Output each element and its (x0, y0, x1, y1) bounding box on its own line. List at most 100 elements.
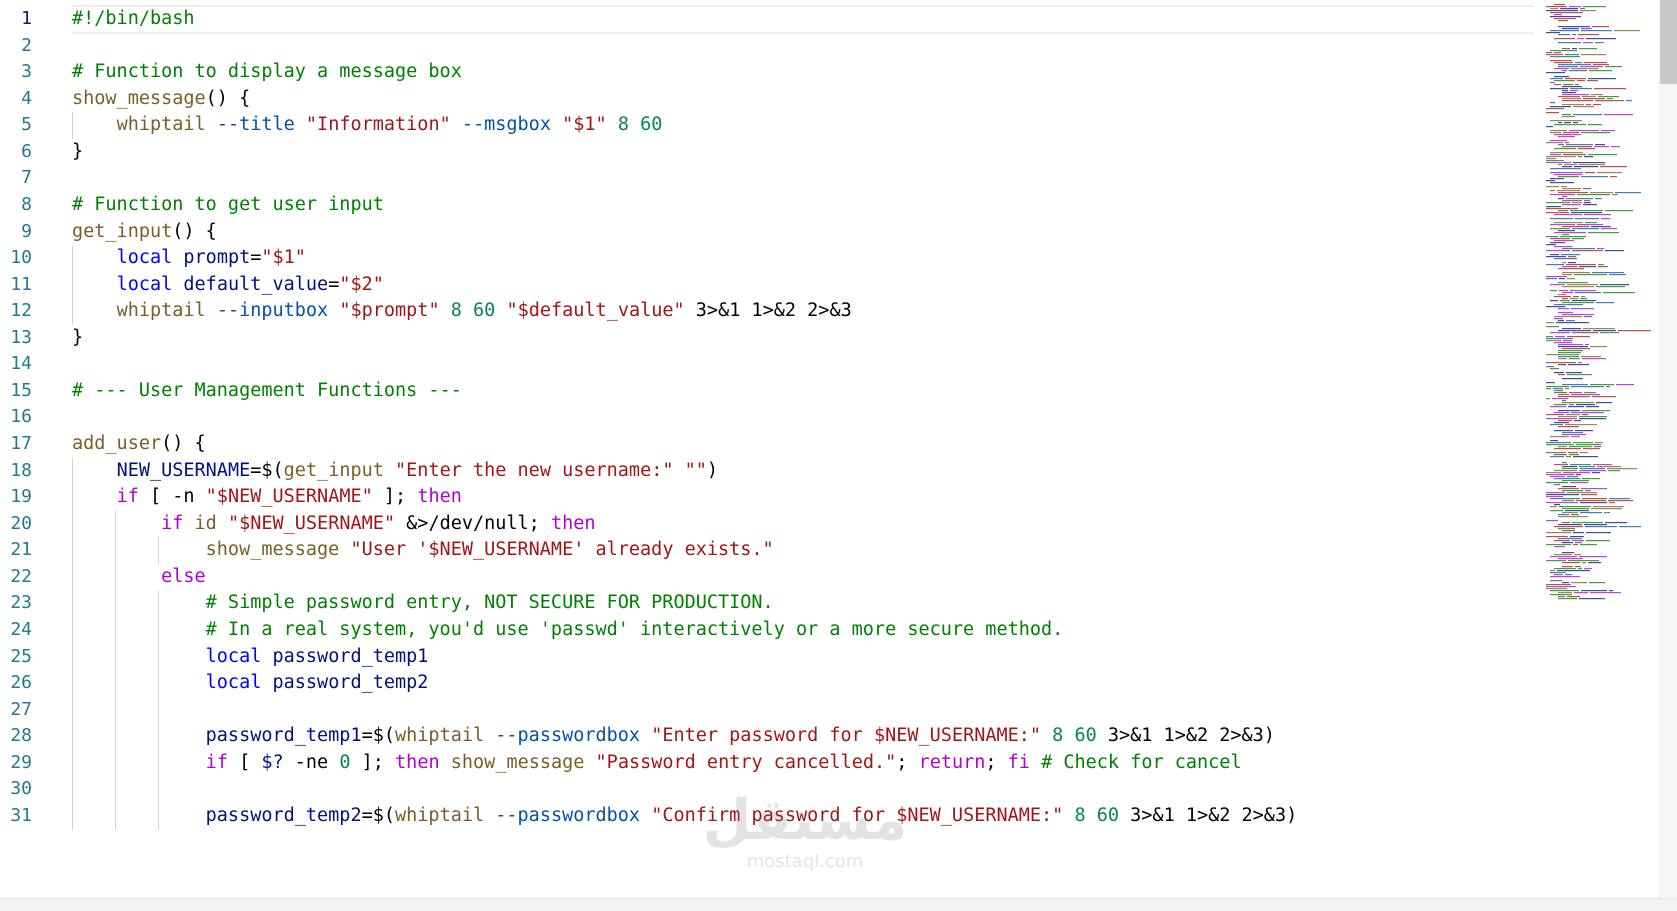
minimap-line (1550, 228, 1570, 230)
code-line[interactable]: # Function to display a message box (72, 59, 1532, 86)
minimap-line (1567, 284, 1598, 286)
code-line[interactable] (72, 351, 1532, 378)
code-area[interactable]: #!/bin/bash # Function to display a messa… (72, 6, 1532, 830)
minimap-line (1593, 330, 1616, 332)
minimap-line (1569, 392, 1582, 394)
code-line[interactable]: whiptail --inputbox "$prompt" 8 60 "$def… (72, 298, 1532, 325)
minimap-line (1579, 466, 1595, 468)
minimap-line (1554, 304, 1583, 306)
code-line[interactable]: # In a real system, you'd use 'passwd' i… (72, 617, 1532, 644)
code-line[interactable]: if [ $? -ne 0 ]; then show_message "Pass… (72, 750, 1532, 777)
minimap-line (1550, 300, 1558, 302)
code-line[interactable]: if [ -n "$NEW_USERNAME" ]; then (72, 484, 1532, 511)
code-line[interactable]: local default_value="$2" (72, 272, 1532, 299)
code-line[interactable]: if id "$NEW_USERNAME" &>/dev/null; then (72, 511, 1532, 538)
minimap-line (1562, 28, 1579, 30)
code-editor[interactable]: 1 2 3 4 5 6 7 8 9 10 11 12 13 14 15 16 17 18 19 20 21 22 23 24 2… (0, 0, 1677, 898)
minimap-line (1554, 38, 1575, 40)
code-line[interactable]: local password_temp1 (72, 644, 1532, 671)
minimap-line (1580, 8, 1585, 10)
minimap-line (1586, 38, 1616, 40)
code-line[interactable]: # --- User Management Functions --- (72, 378, 1532, 405)
code-line[interactable] (72, 697, 1532, 724)
minimap-line (1605, 250, 1624, 252)
minimap-line (1550, 78, 1563, 80)
code-line[interactable]: local prompt="$1" (72, 245, 1532, 272)
code-line[interactable]: #!/bin/bash (72, 6, 1532, 33)
code-line[interactable] (72, 165, 1532, 192)
minimap-line (1581, 28, 1592, 30)
minimap-line (1584, 200, 1590, 202)
code-token: password_temp2 (272, 672, 429, 694)
code-line[interactable]: password_temp1=$(whiptail --passwordbox … (72, 723, 1532, 750)
code-line[interactable]: show_message "User '$NEW_USERNAME' alrea… (72, 537, 1532, 564)
minimap-line (1558, 192, 1588, 194)
minimap-line (1600, 332, 1619, 334)
minimap[interactable] (1538, 0, 1658, 898)
minimap-line (1546, 326, 1559, 328)
minimap-line (1554, 258, 1577, 260)
minimap-line (1562, 188, 1581, 190)
minimap-line (1559, 506, 1591, 508)
minimap-line (1598, 264, 1604, 266)
code-line[interactable]: } (72, 139, 1532, 166)
minimap-line (1565, 510, 1589, 512)
minimap-line (1570, 482, 1588, 484)
minimap-line (1577, 194, 1610, 196)
code-line[interactable]: # Function to get user input (72, 192, 1532, 219)
minimap-line (1554, 76, 1569, 78)
minimap-line (1546, 474, 1574, 476)
code-line[interactable]: # Simple password entry, NOT SECURE FOR … (72, 590, 1532, 617)
minimap-line (1592, 26, 1609, 28)
minimap-line (1581, 356, 1601, 358)
code-line[interactable]: NEW_USERNAME=$(get_input "Enter the new … (72, 458, 1532, 485)
minimap-line (1579, 556, 1607, 558)
minimap-line (1546, 362, 1576, 364)
minimap-line (1570, 536, 1584, 538)
indent-guide (72, 590, 73, 618)
minimap-line (1560, 236, 1586, 238)
minimap-line (1567, 596, 1580, 598)
code-line[interactable]: get_input() { (72, 219, 1532, 246)
code-line[interactable] (72, 404, 1532, 431)
code-token: "$prompt" (339, 300, 440, 322)
line-number: 28 (10, 725, 32, 747)
code-line[interactable]: add_user() { (72, 431, 1532, 458)
indent-guide (158, 590, 159, 618)
code-token: "Enter the new username:" (395, 459, 674, 481)
minimap-line (1554, 296, 1571, 298)
minimap-line (1550, 190, 1555, 192)
minimap-line (1550, 140, 1567, 142)
minimap-line (1565, 78, 1586, 80)
line-number: 16 (10, 406, 32, 428)
code-token: prompt (183, 247, 251, 269)
minimap-line (1583, 98, 1605, 100)
minimap-line (1550, 182, 1574, 184)
indent-guide (72, 617, 73, 644)
code-line[interactable]: whiptail --title "Information" --msgbox … (72, 112, 1532, 139)
code-token: ; (896, 751, 919, 773)
minimap-line (1586, 104, 1591, 106)
minimap-line (1562, 48, 1570, 50)
minimap-line (1618, 330, 1651, 332)
vertical-scrollbar-track[interactable] (1658, 0, 1677, 898)
minimap-line (1554, 372, 1564, 374)
code-token: } (72, 326, 84, 348)
code-line[interactable]: show_message() { (72, 86, 1532, 113)
code-token: 60 (1096, 804, 1120, 826)
minimap-line (1591, 226, 1611, 228)
minimap-line (1558, 524, 1582, 526)
minimap-line (1565, 424, 1597, 426)
vertical-scrollbar-thumb[interactable] (1660, 0, 1677, 84)
code-token: id (194, 512, 217, 534)
minimap-line (1562, 542, 1573, 544)
minimap-line (1562, 98, 1581, 100)
code-token: local (205, 645, 262, 667)
code-line[interactable]: local password_temp2 (72, 670, 1532, 697)
minimap-line (1546, 496, 1563, 498)
code-line[interactable] (72, 33, 1532, 60)
code-line[interactable]: else (72, 564, 1532, 591)
code-line[interactable]: } (72, 325, 1532, 352)
